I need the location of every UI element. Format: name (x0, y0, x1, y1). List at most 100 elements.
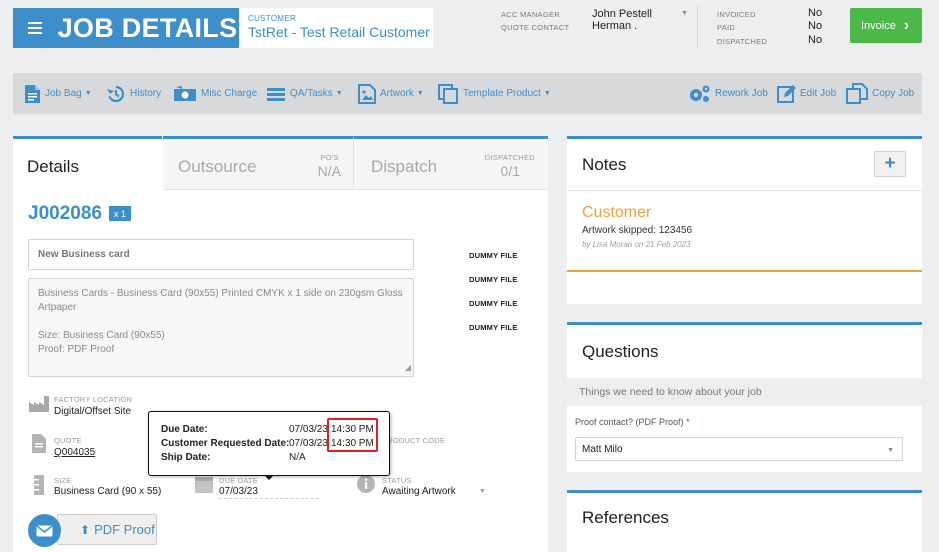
copy-template-icon (438, 83, 458, 104)
proof-contact-value: Matt Milo (582, 444, 623, 455)
status-value[interactable]: Awaiting Artwork (382, 486, 456, 497)
template-product-button[interactable]: Template Product ▼ (438, 73, 551, 114)
info-icon (357, 475, 375, 493)
plus-icon: + (884, 153, 896, 174)
status-dropdown-icon[interactable]: ▼ (479, 488, 486, 495)
dummy-file-link[interactable]: DUMMY FILE (469, 251, 518, 260)
tab-dispatch[interactable]: Dispatch DISPATCHED 0/1 (354, 136, 548, 190)
qa-tasks-label: QA/Tasks (290, 88, 333, 99)
dispatched-count: 0/1 (500, 163, 520, 179)
job-number: J002086 (28, 203, 102, 224)
factory-location-label: FACTORY LOCATION (54, 395, 133, 404)
job-name-input[interactable]: New Business card (28, 239, 414, 270)
edit-icon (777, 85, 796, 103)
acc-manager-label: ACC MANAGER (501, 10, 561, 19)
rework-job-button[interactable]: Rework Job (687, 73, 768, 114)
history-button[interactable]: History (106, 73, 161, 114)
tooltip-ship-date-label: Ship Date: (161, 452, 211, 463)
edit-job-button[interactable]: Edit Job (777, 73, 836, 114)
misc-charge-button[interactable]: Misc Charge (173, 73, 257, 114)
due-date-value[interactable]: 07/03/23 (219, 486, 258, 497)
quote-contact-label: QUOTE CONTACT (501, 23, 570, 32)
document-icon (25, 84, 40, 103)
template-product-label: Template Product (463, 88, 541, 99)
tab-outsource-label: Outsource (178, 157, 257, 176)
tab-details-label: Details (27, 157, 79, 176)
dispatched-label: DISPATCHED (717, 37, 768, 46)
image-file-icon (358, 83, 376, 104)
questions-subtitle: Things we need to know about your job (567, 378, 922, 406)
money-icon (174, 85, 196, 101)
rework-job-label: Rework Job (715, 88, 768, 99)
dummy-file-link[interactable]: DUMMY FILE (469, 299, 518, 308)
note-separator (567, 270, 922, 272)
tab-outsource[interactable]: Outsource PO'S N/A (163, 136, 354, 190)
tooltip-ship-date-value: N/A (289, 452, 306, 463)
customer-block[interactable]: CUSTOMER TstRet - Test Retail Customer (239, 8, 433, 48)
pos-caption: PO'S (320, 153, 339, 162)
job-bag-label: Job Bag (45, 88, 82, 99)
invoiced-value: No (808, 7, 823, 19)
chevron-down-icon: ▼ (887, 447, 894, 454)
envelope-icon (36, 524, 53, 536)
tooltip-due-date-value: 07/03/23 (289, 424, 328, 435)
customer-name[interactable]: TstRet - Test Retail Customer (248, 24, 433, 40)
ruler-icon (34, 475, 44, 495)
resize-handle-icon[interactable]: ◢ (405, 361, 411, 375)
artwork-label: Artwork (380, 88, 414, 99)
tab-details[interactable]: Details (13, 136, 162, 190)
email-proof-button[interactable] (28, 514, 61, 547)
invoice-button[interactable]: Invoice › (850, 8, 922, 43)
copy-job-label: Copy Job (872, 88, 915, 99)
notes-title: Notes (582, 155, 627, 174)
description-line: Proof: PDF Proof (38, 344, 115, 355)
artwork-button[interactable]: Artwork ▼ (358, 73, 424, 114)
note-author: Customer (582, 204, 652, 221)
caret-down-icon: ▼ (335, 90, 343, 97)
quote-link[interactable]: Q004035 (54, 447, 95, 458)
pdf-proof-label: PDF Proof (94, 522, 155, 537)
proof-contact-label-text: Proof contact? (PDF Proof) (575, 417, 684, 427)
caret-down-icon: ▼ (84, 90, 92, 97)
status-label: STATUS (382, 476, 412, 485)
description-line: Business Cards - Business Card (90x55) P… (38, 288, 403, 299)
misc-charge-label: Misc Charge (201, 88, 258, 99)
history-label: History (130, 88, 162, 99)
questions-title: Questions (582, 342, 659, 361)
edit-job-label: Edit Job (800, 88, 837, 99)
size-value: Business Card (90 x 55) (54, 486, 162, 497)
acc-manager-value[interactable]: John Pestell (592, 8, 652, 20)
dispatched-value: No (808, 34, 823, 46)
note-meta: by Lisa Moran on 21 Feb 2023 (582, 240, 691, 249)
upload-icon: ⬆ (80, 522, 91, 537)
due-date-label: DUE DATE (219, 476, 258, 485)
menu-button[interactable] (13, 8, 56, 48)
caret-down-icon: ▼ (416, 90, 424, 97)
tasks-icon (267, 87, 285, 101)
hamburger-icon (27, 19, 42, 37)
pdf-proof-button[interactable]: ⬆ PDF Proof (57, 514, 157, 545)
quantity-badge: x 1 (109, 206, 131, 221)
dummy-file-link[interactable]: DUMMY FILE (469, 323, 518, 332)
notes-header-divider (567, 190, 922, 191)
references-title: References (582, 508, 669, 527)
acc-manager-dropdown-icon[interactable]: ▼ (681, 10, 688, 17)
factory-location-value: Digital/Offset Site (54, 406, 132, 417)
product-code-label: PRODUCT CODE (382, 436, 446, 445)
add-note-button[interactable]: + (874, 151, 906, 177)
note-text: Artwork skipped: 123456 (582, 225, 693, 236)
paid-value: No (808, 20, 823, 32)
qa-tasks-button[interactable]: QA/Tasks ▼ (266, 73, 343, 114)
due-date-underline (219, 498, 319, 499)
invoice-button-label: Invoice (861, 19, 896, 32)
time-highlight-box (327, 418, 378, 452)
calendar-icon (195, 477, 213, 493)
dummy-file-link[interactable]: DUMMY FILE (469, 275, 518, 284)
copy-job-button[interactable]: Copy Job (846, 73, 914, 114)
proof-contact-select[interactable]: Matt Milo ▼ (575, 437, 903, 461)
quote-label: QUOTE (54, 436, 82, 445)
job-description-textarea[interactable]: Business Cards - Business Card (90x55) P… (28, 278, 414, 377)
chevron-right-icon: › (903, 16, 910, 34)
proof-contact-label: Proof contact? (PDF Proof) * (575, 417, 690, 427)
job-bag-button[interactable]: Job Bag ▼ (24, 73, 92, 114)
